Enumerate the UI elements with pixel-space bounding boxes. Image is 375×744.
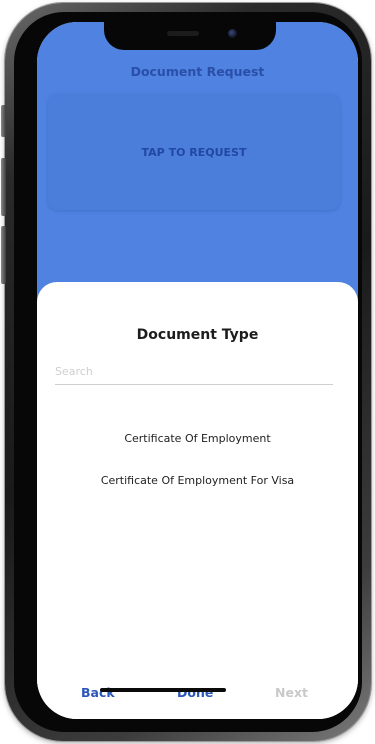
search-input[interactable] (55, 358, 333, 385)
tap-to-request-label: TAP TO REQUEST (141, 145, 247, 159)
tap-to-request-button[interactable]: TAP TO REQUEST (48, 94, 340, 210)
option-certificate-of-employment-for-visa[interactable]: Certificate Of Employment For Visa (37, 474, 358, 487)
home-indicator[interactable] (100, 688, 226, 692)
speaker-icon (167, 31, 199, 36)
mute-switch (1, 105, 6, 137)
page-title: Document Request (130, 64, 265, 79)
volume-up-button (1, 158, 6, 216)
next-button[interactable]: Next (275, 685, 308, 700)
notch (104, 22, 276, 50)
volume-down-button (1, 226, 6, 284)
camera-icon (228, 29, 237, 38)
stage: Document Request TAP TO REQUEST Document… (0, 0, 375, 744)
phone-screen: Document Request TAP TO REQUEST Document… (37, 22, 358, 719)
document-type-sheet: Document Type Certificate Of Employment … (37, 282, 358, 719)
sheet-title: Document Type (136, 327, 259, 343)
option-certificate-of-employment[interactable]: Certificate Of Employment (37, 432, 358, 445)
